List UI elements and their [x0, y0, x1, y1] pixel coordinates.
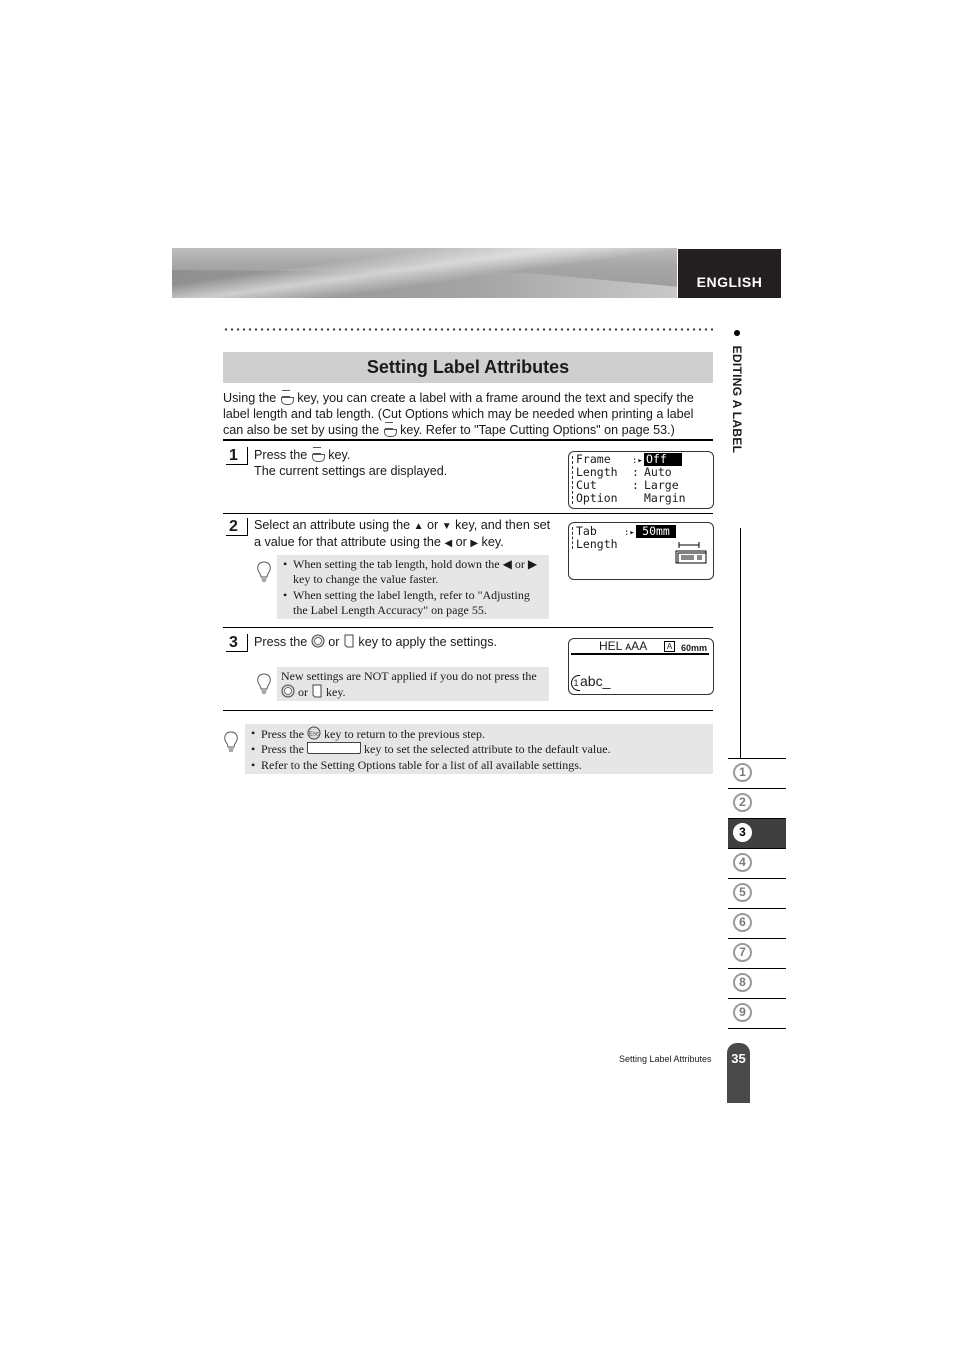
header-banner	[172, 248, 677, 298]
lcd-screen-step-2: Tab:▸ 50mm Length	[568, 522, 714, 580]
enter-key-icon	[312, 684, 322, 698]
tip-item: Refer to the Setting Options table for a…	[251, 758, 709, 774]
ok-key-icon	[281, 684, 295, 698]
chapter-tab-9[interactable]: 9	[728, 998, 786, 1028]
esc-key-icon: Esc	[307, 726, 321, 740]
language-tab: ENGLISH	[678, 249, 781, 298]
side-rule	[740, 528, 741, 758]
tip-item: Press the Esc key to return to the previ…	[251, 726, 709, 742]
step-number: 2	[226, 518, 248, 536]
left-arrow-icon: ◀	[444, 537, 453, 549]
tip-note: When setting the tab length, hold down t…	[277, 555, 549, 619]
step-number: 1	[226, 447, 248, 465]
chapter-tabs: 1 2 3 4 5 6 7 8 9	[728, 758, 786, 1029]
step-divider	[223, 513, 713, 514]
dotted-divider	[223, 328, 713, 331]
enter-key-icon	[344, 634, 354, 648]
chapter-tab-1[interactable]: 1	[728, 758, 786, 788]
chapter-tab-4[interactable]: 4	[728, 848, 786, 878]
right-arrow-icon: ▶	[470, 537, 479, 549]
lcd-text-line: 1 abc_	[571, 674, 610, 691]
lcd-screen-step-3: HEL ᴀAA A 60mm 1 abc_	[568, 638, 714, 695]
step-3-text: Press the or key to apply the settings.	[254, 634, 498, 649]
label-key-icon	[280, 390, 294, 405]
tip-lightbulb-icon	[257, 561, 271, 582]
bullet-icon	[734, 330, 740, 336]
chapter-tab-8[interactable]: 8	[728, 968, 786, 998]
tab-length-diagram-icon	[675, 542, 707, 564]
footer-section-title: Setting Label Attributes	[619, 1054, 712, 1064]
chapter-tab-3[interactable]: 3	[728, 818, 786, 848]
label-key-icon	[383, 422, 397, 438]
section-divider	[223, 439, 713, 441]
intro-paragraph: Using the key, you can create a label wi…	[223, 390, 694, 438]
tip-lightbulb-icon	[257, 673, 271, 694]
space-key-icon	[307, 742, 361, 755]
step-divider	[223, 710, 713, 711]
page-number: 35	[727, 1043, 750, 1103]
general-tips: Press the Esc key to return to the previ…	[245, 724, 713, 774]
page-title: Setting Label Attributes	[223, 352, 713, 383]
lcd-row: Option Margin	[576, 491, 686, 505]
tip-item: When setting the tab length, hold down t…	[283, 557, 545, 588]
down-arrow-icon: ▼	[441, 521, 452, 532]
chapter-tab-7[interactable]: 7	[728, 938, 786, 968]
step-2-text: Select an attribute using the ▲ or ▼ key…	[254, 518, 551, 549]
chapter-tab-2[interactable]: 2	[728, 788, 786, 818]
ok-key-icon	[311, 634, 325, 648]
step-number: 3	[226, 634, 248, 652]
section-label-text: EDITING A LABEL	[730, 345, 744, 454]
tip-note: New settings are NOT applied if you do n…	[277, 667, 549, 701]
frame-style-icon: A	[664, 641, 675, 652]
tip-item: When setting the label length, refer to …	[283, 588, 545, 619]
label-key-icon	[311, 447, 325, 462]
lcd-length-text: 60mm	[681, 643, 708, 653]
step-1-text: Press the key. The current settings are d…	[254, 447, 448, 478]
tip-lightbulb-icon	[224, 731, 238, 752]
tip-item: Press the key to set the selected attrib…	[251, 742, 709, 758]
lcd-screen-step-1: Frame:▸ Off Length: Auto Cut: Large Option M…	[568, 451, 714, 509]
lcd-status-text: HEL ᴀAA	[599, 639, 648, 653]
chapter-tab-5[interactable]: 5	[728, 878, 786, 908]
chapter-tab-6[interactable]: 6	[728, 908, 786, 938]
svg-text:Esc: Esc	[309, 732, 319, 738]
step-divider	[223, 627, 713, 628]
up-arrow-icon: ▲	[413, 521, 424, 532]
section-side-label: EDITING A LABEL	[730, 330, 744, 453]
